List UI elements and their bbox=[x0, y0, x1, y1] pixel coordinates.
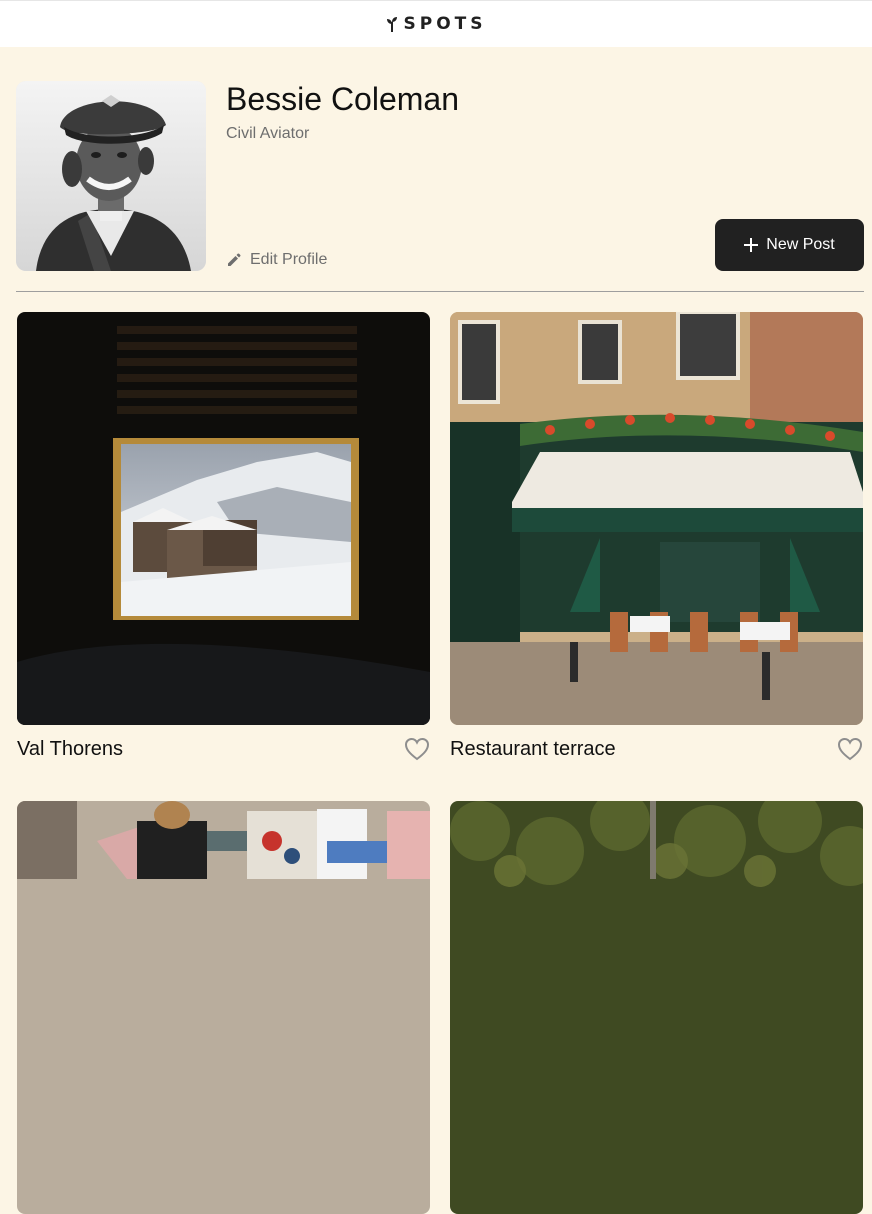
profile-name: Bessie Coleman bbox=[226, 81, 459, 117]
logo[interactable]: SPOTS bbox=[386, 14, 487, 34]
card-image[interactable] bbox=[450, 801, 863, 1214]
divider bbox=[16, 291, 864, 292]
card-title: Restaurant terrace bbox=[450, 737, 616, 760]
card: Restaurant terrace bbox=[450, 312, 863, 761]
profile-section: Bessie Coleman Civil Aviator Edit Profil… bbox=[16, 81, 864, 272]
pencil-icon bbox=[228, 253, 241, 266]
heart-icon[interactable] bbox=[404, 737, 430, 761]
heart-icon[interactable] bbox=[837, 737, 863, 761]
card bbox=[17, 801, 430, 1214]
card-title: Val Thorens bbox=[17, 737, 123, 760]
profile-description: Civil Aviator bbox=[226, 125, 310, 142]
sprout-icon bbox=[386, 17, 397, 32]
card-image[interactable] bbox=[17, 312, 430, 725]
edit-profile-label: Edit Profile bbox=[250, 251, 328, 268]
logo-text: SPOTS bbox=[403, 14, 487, 34]
card-image[interactable] bbox=[450, 312, 863, 725]
card-image[interactable] bbox=[17, 801, 430, 1214]
new-post-label: New Post bbox=[766, 236, 835, 253]
card bbox=[450, 801, 863, 1214]
edit-profile-button[interactable]: Edit Profile bbox=[226, 251, 327, 269]
new-post-button[interactable]: New Post bbox=[715, 219, 864, 271]
card: Val Thorens bbox=[17, 312, 430, 761]
avatar bbox=[16, 81, 206, 271]
site-header: SPOTS bbox=[0, 0, 872, 47]
plus-icon bbox=[744, 238, 759, 252]
